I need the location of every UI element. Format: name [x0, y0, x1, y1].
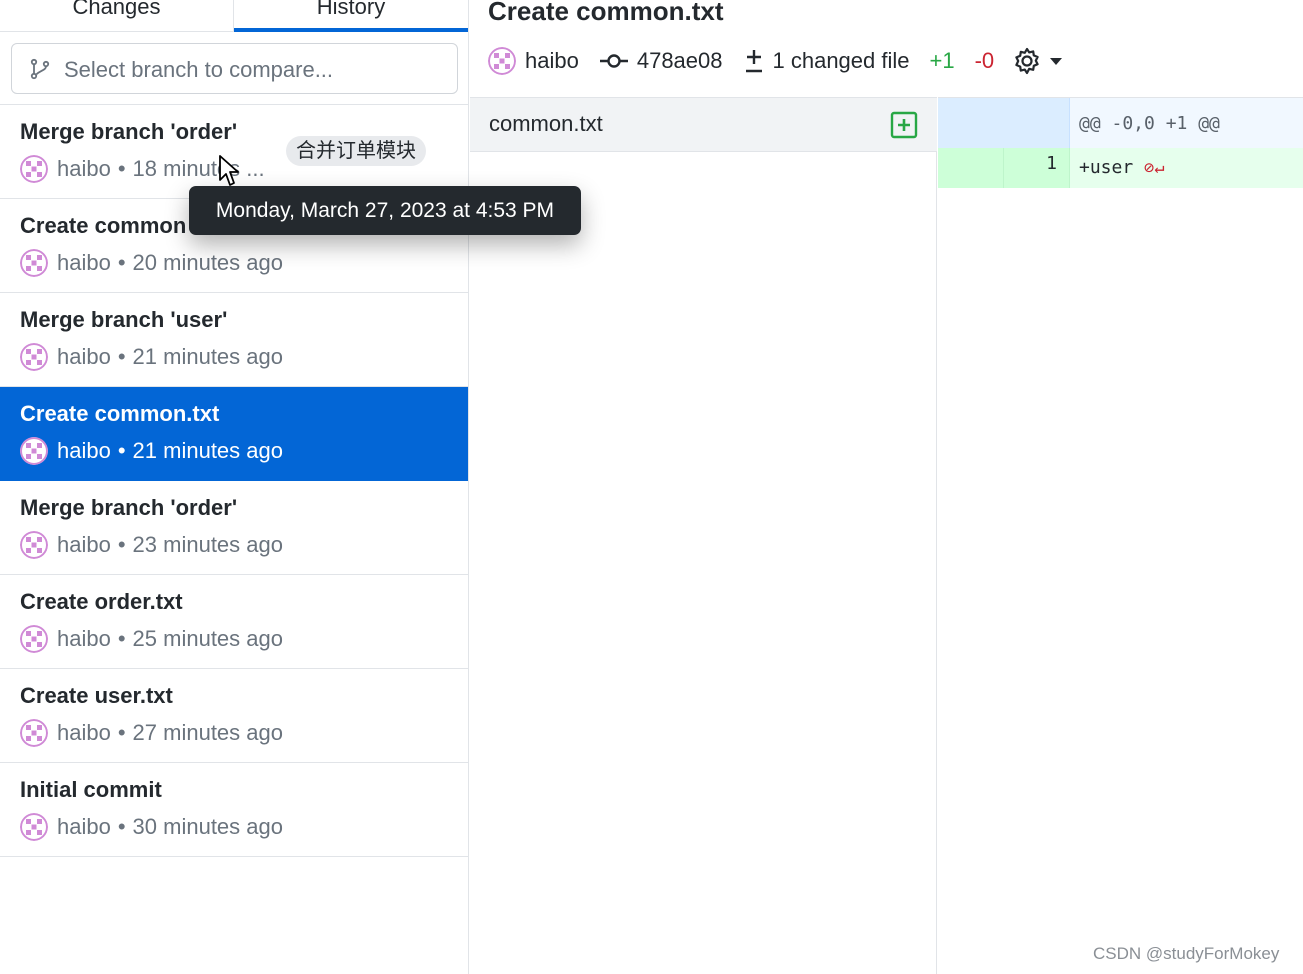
commit-item-time: 21 minutes ago — [132, 344, 283, 369]
avatar — [20, 719, 48, 747]
commit-item-meta: haibo • 25 minutes ago — [20, 625, 283, 653]
meta-separator: • — [117, 156, 126, 181]
commit-item-author: haibo — [57, 344, 111, 369]
avatar — [20, 625, 48, 653]
commit-item[interactable]: Initial commit haibo • 30 minutes ago — [0, 763, 468, 857]
commit-item-time: 27 minutes ago — [132, 720, 283, 745]
commit-item-title: Create common.txt — [20, 401, 220, 426]
diff-line-added[interactable]: 1 +user ⊘↵ — [938, 148, 1303, 188]
mouse-pointer-icon — [219, 155, 239, 186]
additions-count: +1 — [929, 48, 955, 73]
avatar — [20, 155, 48, 183]
commit-item-author: haibo — [57, 626, 111, 651]
changed-files: 1 changed file — [743, 48, 910, 74]
commit-item-author: haibo — [57, 438, 111, 463]
git-branch-icon — [30, 58, 50, 80]
meta-separator: • — [117, 532, 126, 557]
avatar — [20, 531, 48, 559]
deletions-count: -0 — [974, 48, 995, 73]
commit-sha-text: 478ae08 — [636, 48, 723, 73]
commit-sha[interactable]: 478ae08 — [599, 48, 723, 74]
commit-summary-bar: haibo 478ae08 1 changed file +1 -0 — [488, 44, 1064, 78]
meta-separator: • — [117, 720, 126, 745]
branch-compare-placeholder: Select branch to compare... — [64, 57, 334, 82]
diff-line-text: +user — [1079, 157, 1134, 178]
commit-item-time: 25 minutes ago — [132, 626, 283, 651]
git-commit-icon — [599, 54, 628, 68]
commit-item-author: haibo — [57, 814, 111, 839]
meta-separator: • — [117, 814, 126, 839]
meta-separator: • — [117, 250, 126, 275]
commit-item-title: Merge branch 'order' — [20, 119, 238, 144]
commit-item[interactable]: Create common.txt haibo • 21 minutes ago — [0, 387, 468, 481]
commit-item-title: Merge branch 'order' — [20, 495, 238, 520]
commit-item-time: 18 minutes ... — [132, 156, 265, 181]
meta-separator: • — [117, 344, 126, 369]
commit-item[interactable]: Create order.txt haibo • 25 minutes ago — [0, 575, 468, 669]
no-newline-icon: ⊘↵ — [1144, 158, 1165, 178]
changed-files-text: 1 changed file — [772, 48, 910, 73]
commit-item-meta: haibo • 30 minutes ago — [20, 813, 283, 841]
commit-item-meta: haibo • 21 minutes ago — [20, 437, 283, 465]
commit-tag-badge: 合并订单模块 — [286, 136, 426, 166]
commit-item-meta: haibo • 23 minutes ago — [20, 531, 283, 559]
gear-icon — [1015, 47, 1039, 75]
new-line-number: 1 — [1004, 148, 1070, 188]
avatar — [20, 437, 48, 465]
commit-item-meta: haibo • 21 minutes ago — [20, 343, 283, 371]
hunk-gutter — [938, 98, 1070, 150]
commit-item-author: haibo — [57, 156, 111, 181]
hunk-header-text: @@ -0,0 +1 @@ — [1070, 98, 1303, 150]
commit-item-time: 20 minutes ago — [132, 250, 283, 275]
changed-files-list: common.txt — [470, 97, 937, 974]
diff-viewer: @@ -0,0 +1 @@ 1 +user ⊘↵ — [938, 97, 1303, 974]
history-sidebar: Changes History Select branch to compare… — [0, 0, 469, 974]
chevron-down-icon — [1050, 58, 1063, 65]
file-name: common.txt — [489, 111, 603, 136]
commit-item-author: haibo — [57, 250, 111, 275]
branch-compare-input[interactable]: Select branch to compare... — [11, 43, 458, 94]
commit-author-name: haibo — [525, 48, 579, 73]
commit-item-title: Initial commit — [20, 777, 162, 802]
avatar — [20, 813, 48, 841]
commit-item-author: haibo — [57, 532, 111, 557]
diff-hunk-header: @@ -0,0 +1 @@ — [938, 98, 1303, 150]
avatar — [488, 47, 516, 75]
sidebar-tabs: Changes History — [0, 0, 468, 32]
meta-separator: • — [117, 438, 126, 463]
tab-changes[interactable]: Changes — [0, 0, 234, 32]
commit-item[interactable]: Merge branch 'order' haibo • 23 minutes ago — [0, 481, 468, 575]
commit-item-author: haibo — [57, 720, 111, 745]
commit-item-title: Create order.txt — [20, 589, 183, 614]
commit-item-meta: haibo • 27 minutes ago — [20, 719, 283, 747]
file-added-icon — [890, 111, 918, 139]
commit-item-time: 30 minutes ago — [132, 814, 283, 839]
commit-author: haibo — [488, 47, 579, 75]
commit-item-title: Merge branch 'user' — [20, 307, 228, 332]
commit-item[interactable]: Create user.txt haibo • 27 minutes ago — [0, 669, 468, 763]
commit-item-time: 21 minutes ago — [132, 438, 283, 463]
avatar — [20, 249, 48, 277]
commit-item-time: 23 minutes ago — [132, 532, 283, 557]
commit-title: Create common.txt — [488, 0, 724, 26]
diff-icon — [745, 50, 762, 73]
commit-item-title: Create user.txt — [20, 683, 173, 708]
file-item[interactable]: common.txt — [470, 98, 937, 152]
avatar — [20, 343, 48, 371]
meta-separator: • — [117, 626, 126, 651]
tab-history[interactable]: History — [234, 0, 468, 32]
commit-item[interactable]: Merge branch 'user' haibo • 21 minutes ago — [0, 293, 468, 387]
commit-item-meta: haibo • 20 minutes ago — [20, 249, 283, 277]
commit-item-title: Create common — [20, 213, 187, 238]
watermark: CSDN @studyForMokey — [1093, 944, 1280, 963]
diff-settings-button[interactable] — [1012, 46, 1064, 76]
diff-line-content: +user ⊘↵ — [1070, 148, 1303, 188]
old-line-number — [938, 148, 1004, 188]
